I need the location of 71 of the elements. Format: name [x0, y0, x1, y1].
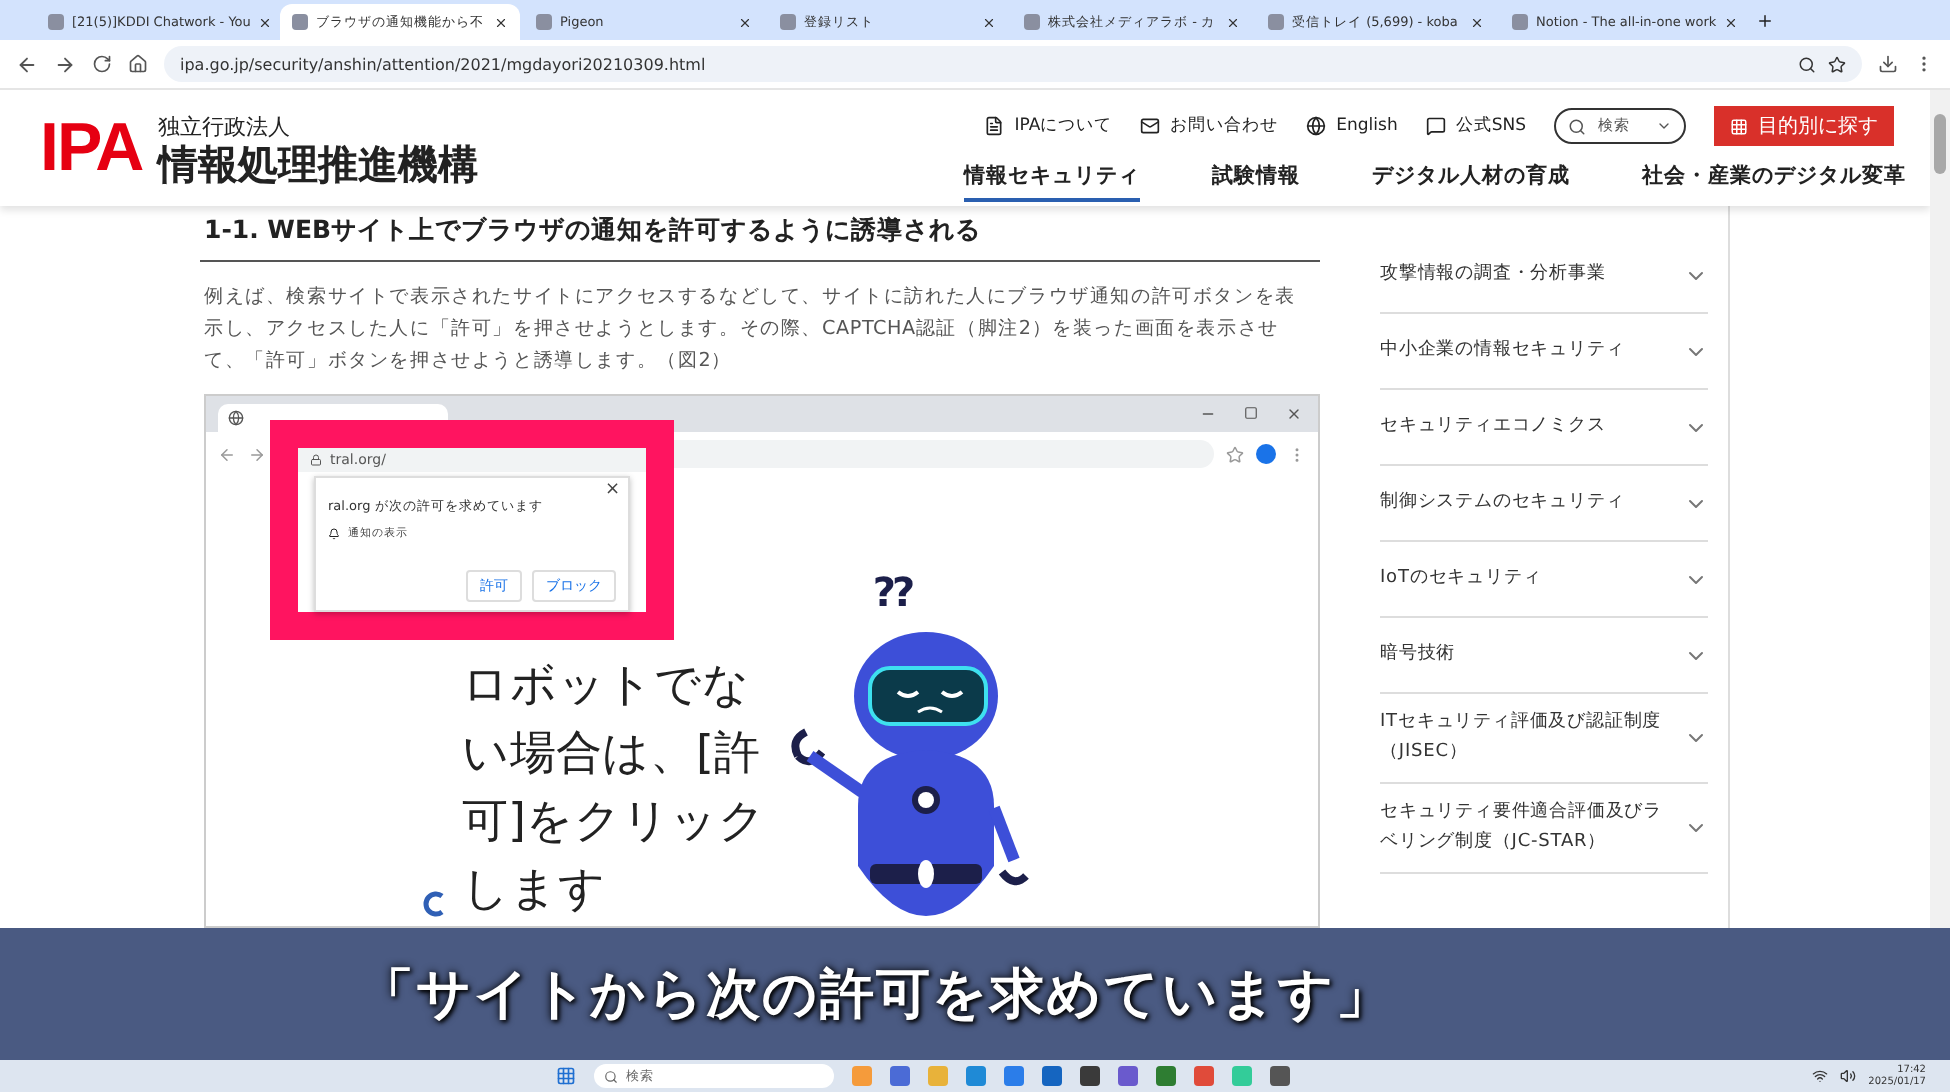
- back-icon: [218, 445, 236, 463]
- sidebar-item[interactable]: ITセキュリティ評価及び認証制度（JISEC）: [1380, 694, 1708, 784]
- utility-link[interactable]: お問い合わせ: [1140, 114, 1279, 138]
- org-name: 情報処理推進機構: [158, 141, 479, 185]
- close-icon[interactable]: [738, 15, 752, 29]
- search-icon[interactable]: [1798, 55, 1816, 73]
- favicon-icon: [1024, 14, 1040, 30]
- utility-link[interactable]: English: [1306, 116, 1398, 136]
- close-icon[interactable]: [1724, 15, 1739, 29]
- favicon-icon: [48, 14, 64, 30]
- globe-icon: [228, 410, 244, 426]
- utility-link[interactable]: IPAについて: [984, 114, 1113, 138]
- search-icon: [604, 1069, 618, 1083]
- volume-icon[interactable]: [1840, 1068, 1857, 1084]
- caret-icon: [1656, 118, 1672, 134]
- search-icon: [1568, 117, 1586, 135]
- nav-tab[interactable]: 社会・産業のデジタル変革: [1642, 162, 1906, 202]
- link-icon: [1140, 116, 1161, 136]
- maximize-icon: [1244, 406, 1258, 420]
- wifi-icon[interactable]: [1812, 1068, 1829, 1084]
- sidebar-item[interactable]: 制御システムのセキュリティ: [1380, 466, 1708, 542]
- avatar-icon: [1256, 444, 1276, 464]
- logo[interactable]: IPA: [40, 109, 143, 187]
- link-icon: [984, 116, 1005, 136]
- sidebar-item[interactable]: 暗号技術: [1380, 618, 1708, 694]
- favicon-icon: [780, 14, 796, 30]
- reload-icon[interactable]: [92, 54, 112, 74]
- download-icon[interactable]: [1878, 54, 1898, 74]
- sidebar-item[interactable]: 中小企業の情報セキュリティ: [1380, 314, 1708, 390]
- scrollbar[interactable]: [1930, 90, 1950, 928]
- close-icon[interactable]: [982, 15, 996, 29]
- close-icon[interactable]: [1470, 15, 1484, 29]
- lock-icon: [310, 454, 322, 466]
- star-icon: [1226, 445, 1244, 463]
- spinner-icon: [422, 890, 446, 918]
- address-bar[interactable]: ipa.go.jp/security/anshin/attention/2021/mgdayori20210309.html: [164, 46, 1862, 82]
- favicon-icon: [1268, 14, 1284, 30]
- sidebar-item[interactable]: IoTのセキュリティ: [1380, 542, 1708, 618]
- sidebar-item[interactable]: セキュリティ要件適合評価及びラベリング制度（JC-STAR）: [1380, 784, 1708, 874]
- article-paragraph: 例えば、検索サイトで表示されたサイトにアクセスするなどして、サイトに訪れた人にブラウザ通知の許可ボタンを表示し、アクセスした人に「許可」を押させようとします。その際、CAPTCHA認証（脚注2）を装った画面を表示させて、「許可」ボタンを押させようと誘導します。（図2）: [204, 284, 1298, 376]
- new-tab-icon[interactable]: [1756, 11, 1774, 29]
- back-icon[interactable]: [16, 53, 38, 75]
- favicon-icon: [536, 14, 552, 30]
- robot-caption: ロボットでな い場合は、[許 可]をクリック します: [462, 658, 766, 920]
- close-icon: [1286, 406, 1302, 422]
- star-icon[interactable]: [1828, 55, 1846, 73]
- grid-icon: [1730, 117, 1748, 135]
- link-icon: [1425, 116, 1446, 136]
- close-icon[interactable]: [1226, 15, 1240, 29]
- home-icon[interactable]: [128, 54, 148, 74]
- utility-link[interactable]: 公式SNS: [1425, 114, 1526, 138]
- bell-icon: [328, 527, 340, 539]
- start-icon[interactable]: [556, 1066, 576, 1086]
- close-icon[interactable]: [258, 15, 273, 29]
- nav-tab[interactable]: デジタル人材の育成: [1372, 162, 1570, 202]
- link-icon: [1306, 116, 1327, 136]
- purpose-search-button[interactable]: 目的別に探す: [1714, 106, 1894, 146]
- close-icon: ×: [604, 480, 620, 500]
- favicon-icon: [292, 14, 308, 30]
- subtitle-text: 「サイトから次の許可を求めています」: [360, 962, 1392, 1030]
- favicon-icon: [1512, 14, 1528, 30]
- close-icon[interactable]: [494, 15, 508, 29]
- forward-icon: [248, 445, 266, 463]
- section-heading: 1-1. WEBサイト上でブラウザの通知を許可するように誘導される: [200, 206, 1320, 262]
- sidebar-item[interactable]: 攻撃情報の調査・分析事業: [1380, 238, 1708, 314]
- question-marks: ??: [872, 568, 912, 616]
- nav-tab[interactable]: 情報セキュリティ: [964, 162, 1140, 202]
- sidebar-item[interactable]: セキュリティエコノミクス: [1380, 390, 1708, 466]
- forward-icon[interactable]: [54, 53, 76, 75]
- nav-tab[interactable]: 試験情報: [1212, 162, 1300, 202]
- org-type: 独立行政法人: [158, 111, 293, 141]
